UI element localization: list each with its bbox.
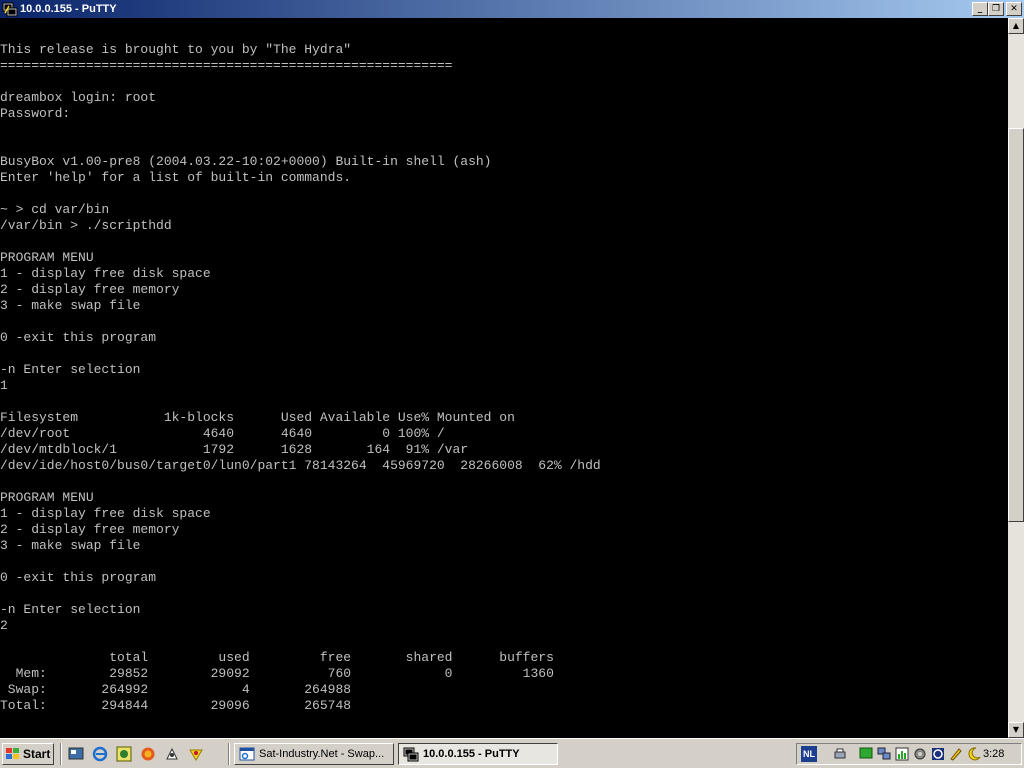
task-button-sat-industry[interactable]: Sat-Industry.Net - Swap...	[234, 743, 394, 765]
moon-icon[interactable]	[967, 747, 981, 761]
task-label: 10.0.0.155 - PuTTY	[423, 748, 520, 760]
show-desktop-icon[interactable]	[68, 746, 84, 762]
browser-window-icon	[239, 747, 255, 761]
close-button[interactable]: ✕	[1006, 2, 1022, 16]
taskbar-separator	[228, 743, 230, 765]
antivirus-icon[interactable]	[188, 746, 204, 762]
window-titlebar[interactable]: 10.0.0.155 - PuTTY _ ❐ ✕	[0, 0, 1024, 18]
network-tool-icon[interactable]	[164, 746, 180, 762]
putty-app-icon[interactable]	[2, 1, 18, 17]
green-monitor-icon[interactable]	[859, 747, 873, 761]
system-tray: NL 3:28	[796, 743, 1022, 765]
putty-task-icon	[403, 747, 419, 762]
terminal-screen[interactable]: This release is brought to you by "The H…	[0, 18, 1008, 738]
start-button[interactable]: Start	[2, 743, 54, 765]
scroll-up-arrow-icon[interactable]: ▲	[1008, 18, 1024, 34]
scrollbar-thumb[interactable]	[1008, 128, 1024, 522]
taskbar: Start Sat-Industry.Net - Swap... 10.0.0.…	[0, 738, 1024, 768]
minimize-button[interactable]: _	[972, 2, 988, 16]
settings-gear-icon[interactable]	[913, 747, 927, 761]
terminal-output: This release is brought to you by "The H…	[0, 42, 601, 713]
bar-meter-icon[interactable]	[895, 747, 909, 761]
restore-button[interactable]: ❐	[988, 2, 1004, 16]
scroll-down-arrow-icon[interactable]: ▼	[1008, 722, 1024, 738]
taskbar-separator	[60, 743, 62, 765]
language-indicator[interactable]: NL	[801, 746, 817, 762]
task-button-putty[interactable]: 10.0.0.155 - PuTTY	[398, 743, 558, 765]
windows-logo-icon	[6, 748, 19, 759]
media-target-icon[interactable]	[931, 747, 945, 761]
firefox-icon[interactable]	[140, 746, 156, 762]
vertical-scrollbar[interactable]: ▲ ▼	[1008, 18, 1024, 738]
start-label: Start	[23, 747, 51, 761]
media-player-icon[interactable]	[116, 746, 132, 762]
internet-explorer-icon[interactable]	[92, 746, 108, 762]
task-label: Sat-Industry.Net - Swap...	[259, 748, 385, 760]
pencil-tool-icon[interactable]	[949, 747, 963, 761]
window-title: 10.0.0.155 - PuTTY	[20, 3, 117, 15]
clock: 3:28	[983, 748, 1005, 760]
printer-icon[interactable]	[833, 747, 847, 761]
network-connection-icon[interactable]	[877, 747, 891, 761]
